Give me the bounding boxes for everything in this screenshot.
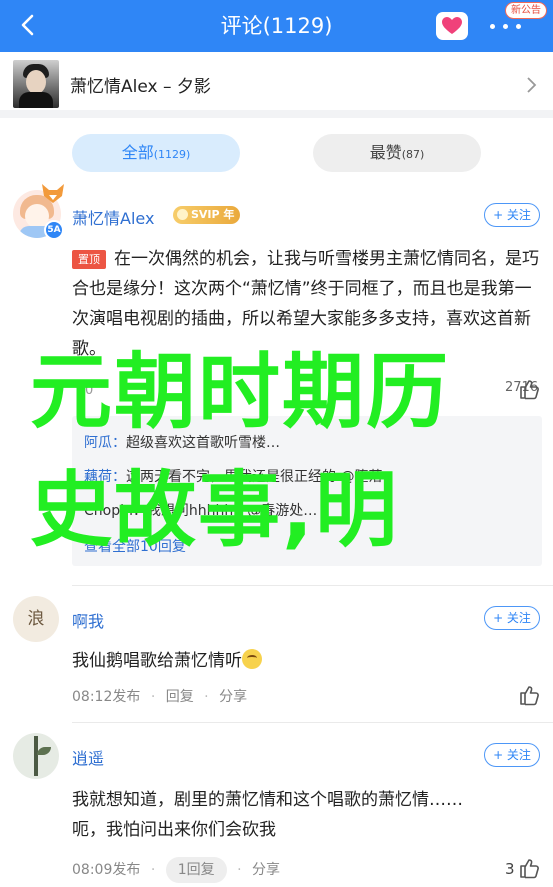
like-count: 3	[505, 860, 515, 878]
favorite-button[interactable]	[436, 12, 468, 40]
thumbs-up-icon[interactable]	[518, 378, 540, 400]
sort-top-button[interactable]: 最赞(87)	[313, 134, 481, 172]
follow-button[interactable]: + 关注	[484, 203, 540, 227]
follow-button[interactable]: + 关注	[484, 743, 540, 767]
comment-username[interactable]: 啊我	[72, 608, 104, 632]
comment-meta: 08:09发布 · 1回复 · 分享	[72, 857, 280, 883]
thumbs-up-icon[interactable]	[518, 857, 540, 879]
comment-text-row: 我仙鹅唱歌给萧忆情听	[72, 646, 262, 676]
back-icon[interactable]	[14, 10, 44, 40]
top-bar: 评论(1129) 新公告	[0, 0, 553, 52]
page-title: 评论(1129)	[220, 14, 333, 38]
sort-all-button[interactable]: 全部(1129)	[72, 134, 240, 172]
more-dot-icon	[516, 24, 521, 29]
work-cover-image	[13, 60, 59, 108]
follow-button[interactable]: + 关注	[484, 606, 540, 630]
comment-text: 我就想知道，剧里的萧忆情和这个唱歌的萧忆情……	[72, 790, 463, 810]
reply-count-button[interactable]: 1回复	[165, 857, 227, 883]
comment-meta: 08:12发布 · 回复 · 分享	[72, 689, 248, 705]
more-dot-icon	[490, 24, 495, 29]
comment-text: 我仙鹅唱歌给萧忆情听	[72, 651, 242, 671]
divider	[72, 722, 553, 723]
watermark-text: 史故事,明	[30, 463, 400, 558]
thumbs-up-icon[interactable]	[518, 684, 540, 706]
avatar[interactable]: 浪	[13, 596, 59, 642]
divider	[72, 585, 553, 586]
verified-badge: 5A	[44, 220, 64, 240]
comment-time: 08:12发布	[72, 689, 141, 705]
share-button[interactable]: 分享	[219, 689, 247, 705]
work-title: 萧忆情Alex – 夕影	[70, 77, 211, 97]
comment-username[interactable]: 萧忆情Alex	[72, 205, 154, 229]
reply-button[interactable]: 回复	[166, 689, 194, 705]
chevron-right-icon	[527, 77, 537, 93]
sort-all-label: 全部	[121, 143, 154, 162]
svip-badge: SVIP 年	[173, 206, 241, 224]
fox-pendant-icon	[42, 184, 64, 203]
more-dot-icon	[503, 24, 508, 29]
sort-top-label: 最赞	[369, 143, 402, 162]
comment-text: 呃，我怕问出来你们会砍我	[72, 820, 276, 840]
sort-all-count: (1129)	[153, 148, 191, 161]
sort-top-count: (87)	[401, 148, 425, 161]
smile-emoji-icon	[242, 649, 262, 669]
share-button[interactable]: 分享	[252, 862, 280, 878]
watermark-text: 元朝时期历	[30, 345, 451, 440]
comment-time: 08:09发布	[72, 862, 141, 878]
comment-username[interactable]: 逍遥	[72, 745, 104, 769]
heart-icon	[442, 17, 462, 34]
notice-badge[interactable]: 新公告	[505, 2, 547, 19]
avatar[interactable]	[13, 733, 59, 779]
